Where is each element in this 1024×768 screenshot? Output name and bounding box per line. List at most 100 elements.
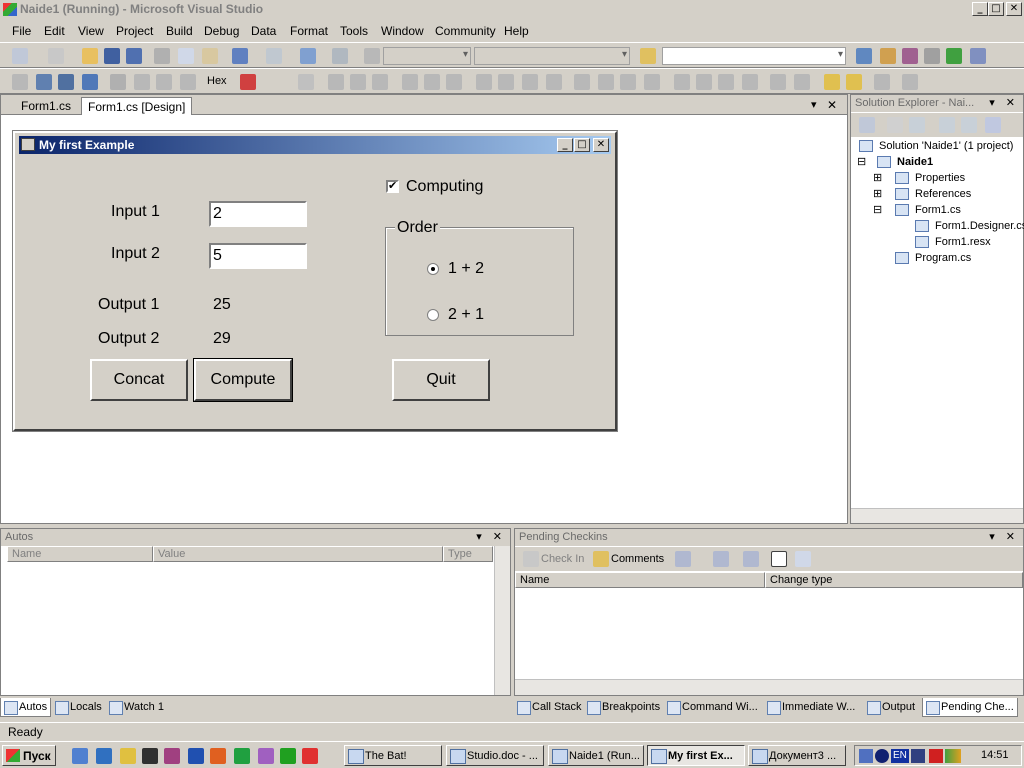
minimize-button[interactable]: _ (972, 2, 988, 16)
messenger-icon[interactable] (945, 749, 961, 763)
expand-icon[interactable]: ⊞ (873, 171, 882, 184)
increase-horizontal-spacing-icon[interactable] (598, 74, 614, 90)
align-rights-icon[interactable] (372, 74, 388, 90)
view-code-icon[interactable] (939, 117, 955, 133)
undo-icon[interactable] (232, 48, 248, 64)
configuration-combo[interactable] (383, 47, 471, 65)
center-horizontally-icon[interactable] (770, 74, 786, 90)
tree-form1-cs[interactable]: Form1.cs (915, 204, 961, 216)
quick-launch-vs-icon[interactable] (258, 748, 274, 764)
menu-window[interactable]: Window (381, 24, 424, 38)
menu-data[interactable]: Data (251, 24, 276, 38)
decrease-horizontal-spacing-icon[interactable] (620, 74, 636, 90)
restart-icon[interactable] (82, 74, 98, 90)
break-all-icon[interactable] (36, 74, 52, 90)
chevron-down-icon[interactable]: ▾ (811, 98, 817, 111)
send-to-back-icon[interactable] (846, 74, 862, 90)
tab-command-window[interactable]: Command Wi... (664, 698, 761, 717)
quick-launch-ie-icon[interactable] (96, 748, 112, 764)
find-in-files-icon[interactable] (640, 48, 656, 64)
clock[interactable]: 14:51 (981, 749, 1009, 761)
network-icon[interactable] (875, 749, 889, 763)
source-files-icon[interactable] (743, 551, 759, 567)
antivirus-icon[interactable] (929, 749, 943, 763)
task-naide1[interactable]: Naide1 (Run... (548, 745, 644, 766)
task-my-first-example[interactable]: My first Ex... (647, 745, 745, 766)
menu-project[interactable]: Project (116, 24, 153, 38)
view-designer-icon[interactable] (961, 117, 977, 133)
column-value[interactable]: Value (153, 546, 443, 562)
center-vertically-icon[interactable] (794, 74, 810, 90)
properties-icon[interactable] (859, 117, 875, 133)
navigate-forward-icon[interactable] (332, 48, 348, 64)
find-combo[interactable] (662, 47, 846, 65)
close-button[interactable]: ✕ (1006, 2, 1022, 16)
tree-properties[interactable]: Properties (915, 172, 965, 184)
collapse-icon[interactable]: ⊟ (857, 155, 866, 168)
flat-view-icon[interactable] (771, 551, 787, 567)
make-same-size-icon[interactable] (522, 74, 538, 90)
object-browser-icon[interactable] (902, 48, 918, 64)
pane-controls[interactable]: ▾ ✕ (476, 530, 506, 543)
increase-vertical-spacing-icon[interactable] (696, 74, 712, 90)
remove-vertical-spacing-icon[interactable] (742, 74, 758, 90)
menu-help[interactable]: Help (504, 24, 529, 38)
start-page-icon[interactable] (946, 48, 962, 64)
align-grid-icon[interactable] (298, 74, 314, 90)
align-tops-icon[interactable] (402, 74, 418, 90)
column-change-type[interactable]: Change type (765, 572, 1023, 588)
comments-button[interactable]: Comments (611, 553, 664, 565)
make-same-height-icon[interactable] (498, 74, 514, 90)
view-class-diagram-icon[interactable] (985, 117, 1001, 133)
properties-window-icon[interactable] (880, 48, 896, 64)
menu-debug[interactable]: Debug (204, 24, 239, 38)
column-name[interactable]: Name (515, 572, 765, 588)
tree-solution[interactable]: Solution 'Naide1' (1 project) (879, 140, 1013, 152)
tab-watch1[interactable]: Watch 1 (106, 698, 167, 717)
quick-launch-acrobat-icon[interactable] (302, 748, 318, 764)
show-next-statement-icon[interactable] (110, 74, 126, 90)
concat-button[interactable]: Concat (90, 359, 188, 401)
folder-view-icon[interactable] (795, 551, 811, 567)
tab-output[interactable]: Output (864, 698, 918, 717)
tab-autos[interactable]: Autos (0, 698, 52, 717)
navigate-backward-icon[interactable] (300, 48, 316, 64)
quick-launch-tool-icon[interactable] (280, 748, 296, 764)
start-debug-icon[interactable] (364, 48, 380, 64)
expand-icon[interactable]: ⊞ (873, 187, 882, 200)
tab-breakpoints[interactable]: Breakpoints (584, 698, 663, 717)
horizontal-scrollbar[interactable] (851, 508, 1023, 523)
task-studio-doc[interactable]: Studio.doc - ... (446, 745, 544, 766)
quick-launch-word-icon[interactable] (188, 748, 204, 764)
form-designer-surface[interactable]: My first Example _ □ ✕ Input 1 2 Input 2… (12, 130, 618, 432)
menu-file[interactable]: File (12, 24, 31, 38)
cut-icon[interactable] (154, 48, 170, 64)
quick-launch-excel-icon[interactable] (234, 748, 250, 764)
align-bottoms-icon[interactable] (446, 74, 462, 90)
column-name[interactable]: Name (7, 546, 153, 562)
align-lefts-icon[interactable] (328, 74, 344, 90)
filter-icon[interactable] (675, 551, 691, 567)
step-over-icon[interactable] (156, 74, 172, 90)
sort-icon[interactable] (713, 551, 729, 567)
vertical-spacing-equal-icon[interactable] (674, 74, 690, 90)
order-radio-2-plus-1[interactable] (427, 309, 439, 321)
input2-textbox[interactable]: 5 (209, 243, 307, 269)
redo-icon[interactable] (266, 48, 282, 64)
breakpoints-icon[interactable] (240, 74, 256, 90)
quit-button[interactable]: Quit (392, 359, 490, 401)
close-document-icon[interactable]: ✕ (827, 98, 837, 112)
computing-checkbox[interactable]: ✔ (386, 180, 399, 193)
step-out-icon[interactable] (180, 74, 196, 90)
save-icon[interactable] (104, 48, 120, 64)
input1-textbox[interactable]: 2 (209, 201, 307, 227)
tab-immediate-window[interactable]: Immediate W... (764, 698, 858, 717)
column-type[interactable]: Type (443, 546, 493, 562)
add-item-icon[interactable] (48, 48, 64, 64)
quick-launch-bat-icon[interactable] (142, 748, 158, 764)
remove-horizontal-spacing-icon[interactable] (644, 74, 660, 90)
decrease-vertical-spacing-icon[interactable] (718, 74, 734, 90)
tree-program-cs[interactable]: Program.cs (915, 252, 971, 264)
menu-community[interactable]: Community (435, 24, 496, 38)
tree-references[interactable]: References (915, 188, 971, 200)
